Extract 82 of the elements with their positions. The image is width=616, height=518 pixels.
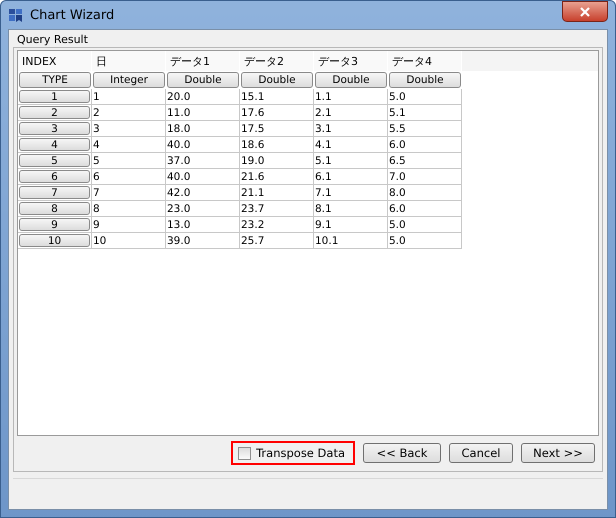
- type-button[interactable]: TYPE: [19, 72, 91, 88]
- row-index-button[interactable]: 5: [19, 154, 90, 167]
- table-cell: 19.0: [240, 153, 314, 169]
- table-cell: 21.1: [240, 185, 314, 201]
- table-cell: 1: [92, 89, 166, 105]
- table-cell: 20.0: [166, 89, 240, 105]
- table-cell: 3: [92, 121, 166, 137]
- wizard-button[interactable]: << Back: [363, 443, 441, 463]
- table-cell: 6.5: [388, 153, 462, 169]
- row-index-button[interactable]: 8: [19, 202, 90, 215]
- table-cell: 40.0: [166, 169, 240, 185]
- table-cell: 6.1: [314, 169, 388, 185]
- table-cell: 42.0: [166, 185, 240, 201]
- column-header[interactable]: 日: [92, 51, 166, 71]
- close-icon: [579, 6, 591, 16]
- table-cell: 21.6: [240, 169, 314, 185]
- row-index-button[interactable]: 3: [19, 122, 90, 135]
- table-cell: 23.7: [240, 201, 314, 217]
- table-cell: 18.6: [240, 137, 314, 153]
- table-cell: 18.0: [166, 121, 240, 137]
- table-cell: 6: [92, 169, 166, 185]
- app-icon: [8, 7, 24, 23]
- row-index-button[interactable]: 9: [19, 218, 90, 231]
- table-cell: 7.1: [314, 185, 388, 201]
- table-cell: 5.0: [388, 233, 462, 249]
- column-header[interactable]: データ1: [166, 51, 240, 71]
- table-cell: 23.2: [240, 217, 314, 233]
- table-cell: 7.0: [388, 169, 462, 185]
- table-cell: 23.0: [166, 201, 240, 217]
- table-cell: 1.1: [314, 89, 388, 105]
- table-cell: 10: [92, 233, 166, 249]
- table-cell: 11.0: [166, 105, 240, 121]
- transpose-checkbox[interactable]: [238, 446, 252, 460]
- group-title: Query Result: [16, 32, 89, 47]
- table-cell: 40.0: [166, 137, 240, 153]
- row-index-button[interactable]: 7: [19, 186, 90, 199]
- table-cell: 3.1: [314, 121, 388, 137]
- row-index-button[interactable]: 4: [19, 138, 90, 151]
- table-cell: 4.1: [314, 137, 388, 153]
- table-cell: 5.1: [388, 105, 462, 121]
- close-button[interactable]: [562, 1, 608, 22]
- table-cell: 10.1: [314, 233, 388, 249]
- row-index-button[interactable]: 2: [19, 106, 90, 119]
- table-cell: 5.5: [388, 121, 462, 137]
- table-cell: 4: [92, 137, 166, 153]
- table-cell: 6.0: [388, 201, 462, 217]
- column-header[interactable]: データ2: [240, 51, 314, 71]
- table-cell: 8.0: [388, 185, 462, 201]
- table-cell: 2.1: [314, 105, 388, 121]
- row-index-button[interactable]: 6: [19, 170, 90, 183]
- row-index-button[interactable]: 1: [19, 90, 90, 103]
- column-header[interactable]: データ4: [388, 51, 462, 71]
- wizard-button[interactable]: Next >>: [521, 443, 595, 463]
- window-title: Chart Wizard: [30, 8, 116, 22]
- table-cell: 5.1: [314, 153, 388, 169]
- table-cell: 7: [92, 185, 166, 201]
- type-button[interactable]: Double: [315, 72, 387, 88]
- column-header[interactable]: データ3: [314, 51, 388, 71]
- table-cell: 15.1: [240, 89, 314, 105]
- table-cell: 8: [92, 201, 166, 217]
- table-cell: 17.5: [240, 121, 314, 137]
- table-cell: 9.1: [314, 217, 388, 233]
- table-cell: 8.1: [314, 201, 388, 217]
- transpose-label[interactable]: Transpose Data: [256, 446, 345, 460]
- table-cell: 5.0: [388, 89, 462, 105]
- table-cell: 5.0: [388, 217, 462, 233]
- type-button[interactable]: Integer: [93, 72, 165, 88]
- table-cell: 39.0: [166, 233, 240, 249]
- table-cell: 6.0: [388, 137, 462, 153]
- column-header[interactable]: INDEX: [18, 51, 92, 71]
- row-index-button[interactable]: 10: [19, 234, 90, 247]
- table-cell: 2: [92, 105, 166, 121]
- table-cell: 13.0: [166, 217, 240, 233]
- table-cell: 5: [92, 153, 166, 169]
- table-cell: 17.6: [240, 105, 314, 121]
- wizard-button[interactable]: Cancel: [449, 443, 513, 463]
- table-cell: 9: [92, 217, 166, 233]
- table-cell: 37.0: [166, 153, 240, 169]
- type-button[interactable]: Double: [167, 72, 239, 88]
- table-cell: 25.7: [240, 233, 314, 249]
- type-button[interactable]: Double: [241, 72, 313, 88]
- type-button[interactable]: Double: [389, 72, 461, 88]
